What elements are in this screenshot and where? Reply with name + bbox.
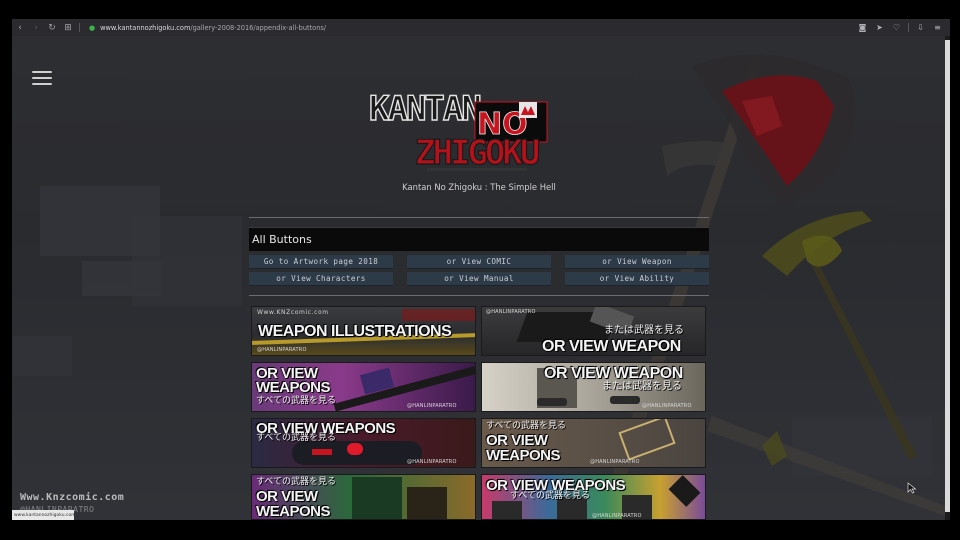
divider-top [249,217,709,218]
tile-heading: WEAPON ILLUSTRATIONS [258,323,452,340]
tile-japanese-text: すべての武器を見る [256,433,337,443]
view-comic-button[interactable]: or View COMIC [407,255,551,269]
tile-japanese-text: すべての武器を見る [256,396,337,406]
view-weapons-tile-brown[interactable]: すべての武器を見る OR VIEW WEAPONS @HANLINPARATRO [481,418,706,468]
divider-bottom [249,295,709,296]
character-graphic [352,477,402,519]
weapon-outline-graphic [618,419,676,461]
browser-toolbar: ‹ › ↻ ⊞ ● www.kantannozhigoku.com /galle… [12,19,950,36]
tile-credit: @HANLINPARATRO [592,513,642,519]
tile-heading-line2: WEAPONS [256,503,331,520]
tile-credit: @HANLINPARATRO [257,347,307,353]
view-weapon-tile-light[interactable]: OR VIEW WEAPON または武器を見る @HANLINPARATRO [481,362,706,412]
bg-block [12,336,72,376]
tile-heading-line1: OR VIEW [486,432,548,449]
page-scrollbar[interactable] [945,36,950,520]
send-icon[interactable]: ➤ [871,19,888,36]
heart-icon[interactable]: ♡ [888,19,905,36]
camera-icon[interactable]: ◙ [854,19,871,36]
tile-credit: @HANLINPARATRO [407,403,457,409]
logo-text-kantan: KANTAN [369,89,480,129]
screen: ‹ › ↻ ⊞ ● www.kantannozhigoku.com /galle… [0,0,960,540]
tile-heading-line2: WEAPONS [486,447,561,464]
tile-japanese-text: すべての武器を見る [486,421,567,431]
toolbar-divider [79,23,80,32]
site-logo[interactable]: KANTAN NO ZHIGOKU [367,84,587,176]
hamburger-menu-icon[interactable] [32,71,52,85]
artwork-2018-button[interactable]: Go to Artwork page 2018 [249,255,393,269]
tile-credit: @HANLINPARATRO [486,309,536,315]
back-icon[interactable]: ‹ [12,19,28,36]
tile-credit: @HANLINPARATRO [407,459,457,465]
blood-graphic [312,449,332,455]
view-weapons-tile-colorful[interactable]: OR VIEW WEAPONS すべての武器を見る @HANLINPARATRO [481,474,706,520]
weapon-illustrations-tile[interactable]: Www.KNZcomic.com WEAPON ILLUSTRATIONS @H… [251,306,476,356]
toolbar-actions: ◙ ➤ ♡ ⇩ ≡ [854,19,950,36]
logo-text-zhigoku: ZHIGOKU [415,133,539,173]
watermark-site: Www.Knzcomic.com [20,492,125,503]
tile-japanese-text: すべての武器を見る [256,477,337,487]
blade-graphic [402,309,475,321]
tile-site-label: Www.KNZcomic.com [257,309,329,316]
tile-japanese-text: または武器を見る [604,325,684,336]
view-weapons-tile-dark[interactable]: OR VIEW WEAPONS すべての武器を見る @HANLINPARATRO [251,418,476,468]
tile-japanese-text: すべての武器を見る [510,491,591,501]
download-icon[interactable]: ⇩ [912,19,929,36]
character-graphic [492,501,522,519]
view-ability-button[interactable]: or View Ability [565,272,709,286]
address-bar[interactable]: ● www.kantannozhigoku.com /gallery-2008-… [89,24,326,32]
bg-block [132,216,242,306]
page-viewport: KANTAN NO ZHIGOKU Kantan No Zhigoku : Th… [12,36,945,520]
url-path: /gallery-2008-2016/appendix-all-buttons/ [190,23,327,32]
section-title: All Buttons [252,233,312,246]
scrollbar-thumb[interactable] [945,40,950,512]
shoe-graphic [537,398,567,406]
mouse-cursor-icon [907,482,917,494]
tile-credit: @HANLINPARATRO [590,459,640,465]
status-bar-url: www.kantannozhigoku.com [12,510,76,520]
menu-icon[interactable]: ≡ [929,19,946,36]
glow-graphic [347,443,363,455]
section-header: All Buttons [249,227,709,251]
tile-heading-line1: OR VIEW [256,488,318,505]
toolbar-divider [908,23,909,32]
tile-credit: @HANLINPARATRO [642,403,692,409]
url-domain: www.kantannozhigoku.com [100,23,191,32]
site-tagline: Kantan No Zhigoku : The Simple Hell [402,182,556,192]
forward-icon[interactable]: › [28,19,44,36]
view-weapon-jp-tile[interactable]: @HANLINPARATRO または武器を見る OR VIEW WEAPON [481,306,706,356]
tile-heading: OR VIEW WEAPON [542,338,681,355]
shoe-graphic [610,396,640,404]
tile-japanese-text: または武器を見る [602,381,682,392]
view-weapons-tile-green[interactable]: すべての武器を見る OR VIEW WEAPONS [251,474,476,520]
tile-heading: OR VIEW WEAPON [544,365,683,382]
character-graphic [668,475,701,507]
tile-heading-line2: WEAPONS [256,379,331,396]
view-weapons-tile-purple[interactable]: OR VIEW WEAPONS すべての武器を見る @HANLINPARATRO [251,362,476,412]
view-weapon-button[interactable]: or View Weapon [565,255,709,269]
character-graphic [407,487,447,519]
reload-icon[interactable]: ↻ [44,19,60,36]
lock-icon: ● [89,23,96,32]
view-characters-button[interactable]: or View Characters [249,272,393,286]
apps-icon[interactable]: ⊞ [60,19,76,36]
view-manual-button[interactable]: or View Manual [407,272,551,286]
